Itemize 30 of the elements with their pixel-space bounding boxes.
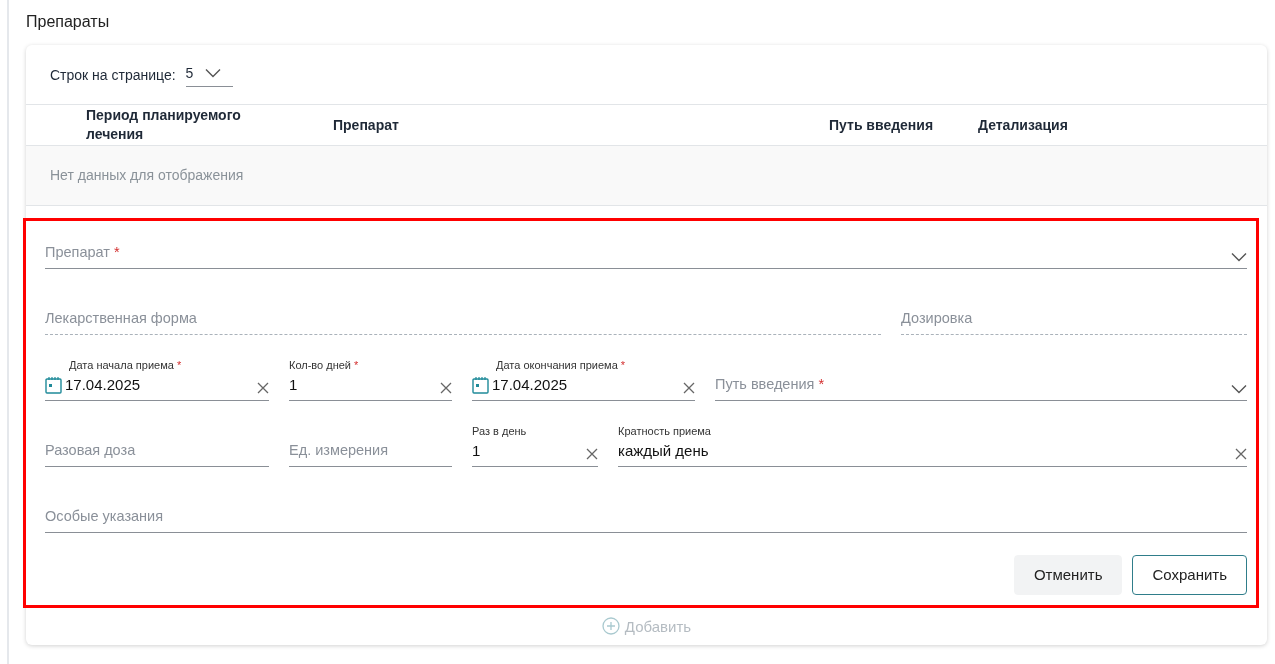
input-field[interactable]: Кратность приема каждый день bbox=[618, 423, 1247, 467]
date-field[interactable]: Дата окончания приема * 17.04.2025 bbox=[472, 357, 695, 401]
column-header: Путь введения bbox=[829, 115, 935, 135]
cancel-button[interactable]: Отменить bbox=[1013, 555, 1123, 595]
plus-circle-icon bbox=[601, 617, 620, 636]
close-icon[interactable] bbox=[586, 448, 598, 460]
input-field[interactable]: Раз в день 1 bbox=[472, 423, 598, 467]
chevron-down-icon[interactable] bbox=[205, 67, 222, 78]
rows-per-page-label: Строк на странице: bbox=[50, 65, 176, 85]
rows-per-page-select[interactable]: 5 bbox=[185, 63, 233, 87]
chevron-down-icon[interactable] bbox=[1231, 252, 1247, 262]
column-header: Детализация bbox=[978, 115, 1069, 135]
close-icon[interactable] bbox=[683, 382, 695, 394]
close-icon[interactable] bbox=[440, 382, 452, 394]
date-field[interactable]: Дата начала приема * 17.04.2025 bbox=[45, 357, 269, 401]
select-field[interactable]: Путь введения * bbox=[715, 357, 1247, 401]
column-header: Препарат bbox=[333, 115, 400, 135]
select-field[interactable]: Препарат * bbox=[45, 225, 1247, 269]
section-title: Препараты bbox=[26, 12, 110, 32]
input-field[interactable]: Кол-во дней * 1 bbox=[289, 357, 452, 401]
calendar-icon[interactable] bbox=[45, 376, 62, 394]
column-header: Период планируемого лечения bbox=[86, 106, 242, 144]
save-button[interactable]: Сохранить bbox=[1132, 555, 1247, 595]
chevron-down-icon[interactable] bbox=[1231, 384, 1247, 394]
close-icon[interactable] bbox=[1235, 448, 1247, 460]
empty-table-message: Нет данных для отображения bbox=[26, 146, 1267, 206]
input-field: Дозировка bbox=[901, 291, 1247, 335]
calendar-icon[interactable] bbox=[472, 376, 489, 394]
input-field: Лекарственная форма bbox=[45, 291, 881, 335]
close-icon[interactable] bbox=[257, 382, 269, 394]
